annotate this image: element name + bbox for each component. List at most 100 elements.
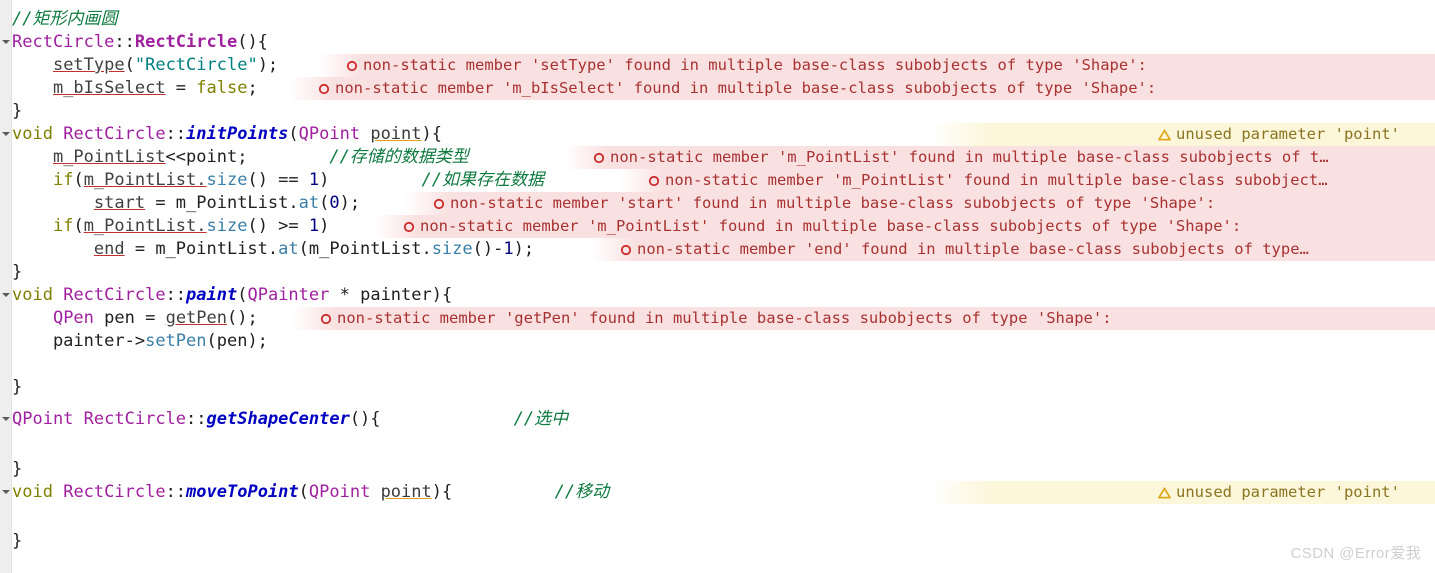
code-token: = m_PointList. xyxy=(124,239,279,259)
code-token: (pen); xyxy=(206,331,268,351)
code-token: m_bIsSelect xyxy=(52,78,166,98)
code-token: } xyxy=(12,262,23,282)
code-token: 0 xyxy=(329,193,340,213)
code-text: void RectCircle::moveToPoint(QPoint poin… xyxy=(12,481,609,504)
code-line[interactable]: non-static member 'getPen' found in mult… xyxy=(0,307,1435,330)
code-token: ( xyxy=(319,193,330,213)
error-circle-icon xyxy=(320,313,332,325)
code-token: QPen xyxy=(52,308,94,328)
code-line[interactable]: non-static member 'm_PointList' found in… xyxy=(0,146,1435,169)
code-token: point xyxy=(380,482,432,502)
fold-caret-icon[interactable] xyxy=(2,416,10,424)
code-line[interactable]: QPoint RectCircle::getShapeCenter(){ //选… xyxy=(0,408,1435,431)
code-text: m_bIsSelect = false; xyxy=(12,77,258,100)
fold-caret-icon[interactable] xyxy=(2,489,10,497)
error-circle-icon xyxy=(648,175,660,187)
code-line[interactable]: non-static member 'm_bIsSelect' found in… xyxy=(0,77,1435,100)
code-token: m_PointList. xyxy=(83,170,207,190)
code-line[interactable]: } xyxy=(0,376,1435,399)
code-text: QPen pen = getPen(); xyxy=(12,307,258,330)
error-diagnostic[interactable]: non-static member 'm_PointList' found in… xyxy=(375,215,1435,238)
error-diagnostic[interactable]: non-static member 'm_PointList' found in… xyxy=(565,146,1435,169)
code-token: ( xyxy=(237,285,248,305)
code-line[interactable] xyxy=(0,433,1435,456)
code-token: ) xyxy=(319,216,330,236)
diagnostic-message: unused parameter 'point' xyxy=(1176,125,1400,143)
code-token: () >= xyxy=(247,216,309,236)
code-line[interactable]: unused parameter 'point' void RectCircle:… xyxy=(0,123,1435,146)
code-token: 1 xyxy=(308,216,320,236)
fold-caret-icon[interactable] xyxy=(2,131,10,139)
code-line[interactable]: non-static member 'm_PointList' found in… xyxy=(0,169,1435,192)
code-line[interactable]: painter->setPen(pen); xyxy=(0,330,1435,353)
fold-caret-icon[interactable] xyxy=(2,39,10,47)
diagnostic-message: non-static member 'getPen' found in mult… xyxy=(337,309,1112,327)
code-line[interactable]: } xyxy=(0,261,1435,284)
error-diagnostic[interactable]: non-static member 'setType' found in mul… xyxy=(318,54,1435,77)
code-token: :: xyxy=(165,285,187,305)
code-token: getShapeCenter xyxy=(206,409,350,429)
code-token: painter xyxy=(360,285,432,305)
code-token: RectCircle xyxy=(63,124,166,144)
code-line[interactable] xyxy=(0,506,1435,529)
code-token: = m_PointList. xyxy=(145,193,299,213)
code-text: if(m_PointList.size() >= 1) xyxy=(12,215,329,238)
code-token: void xyxy=(12,285,53,305)
diagnostic-message: non-static member 'm_PointList' found in… xyxy=(610,148,1329,166)
code-token: } xyxy=(12,531,23,551)
code-line[interactable]: non-static member 'm_PointList' found in… xyxy=(0,215,1435,238)
code-line[interactable]: unused parameter 'point' void RectCircle:… xyxy=(0,481,1435,504)
error-diagnostic[interactable]: non-static member 'start' found in multi… xyxy=(405,192,1435,215)
fold-caret-icon[interactable] xyxy=(2,292,10,300)
code-text: } xyxy=(12,100,22,123)
error-diagnostic[interactable]: non-static member 'm_PointList' found in… xyxy=(620,169,1435,192)
code-line[interactable]: non-static member 'start' found in multi… xyxy=(0,192,1435,215)
code-token: pen xyxy=(93,308,135,328)
warning-diagnostic[interactable]: unused parameter 'point' xyxy=(930,123,1435,146)
error-circle-icon xyxy=(593,152,605,164)
fold-gutter[interactable] xyxy=(0,0,12,573)
warning-triangle-icon xyxy=(1158,487,1171,499)
code-line[interactable]: } xyxy=(0,458,1435,481)
code-line[interactable]: } xyxy=(0,100,1435,123)
code-token: ()- xyxy=(472,239,504,259)
code-token: ( xyxy=(73,170,84,190)
diagnostic-message: non-static member 'm_PointList' found in… xyxy=(420,217,1242,235)
code-token: painter xyxy=(12,331,125,351)
error-diagnostic[interactable]: non-static member 'end' found in multipl… xyxy=(592,238,1435,261)
code-editor[interactable]: //矩形内画圆 RectCircle::RectCircle(){non-stat… xyxy=(0,0,1435,573)
code-token: } xyxy=(12,459,23,479)
code-token: (){ xyxy=(237,32,268,52)
code-token: void xyxy=(12,124,53,144)
code-token: } xyxy=(12,101,23,121)
code-token: = xyxy=(134,308,166,328)
code-token: 1 xyxy=(503,239,514,259)
code-line[interactable]: void RectCircle::paint(QPainter * painte… xyxy=(0,284,1435,307)
code-token: = xyxy=(165,78,197,98)
code-line[interactable]: non-static member 'setType' found in mul… xyxy=(0,54,1435,77)
error-diagnostic[interactable]: non-static member 'm_bIsSelect' found in… xyxy=(290,77,1435,100)
code-token: if xyxy=(52,216,74,236)
diagnostic-message: non-static member 'm_PointList' found in… xyxy=(665,171,1328,189)
error-diagnostic[interactable]: non-static member 'getPen' found in mult… xyxy=(292,307,1435,330)
code-token: } xyxy=(12,377,23,397)
code-token: RectCircle xyxy=(63,285,166,305)
code-token: :: xyxy=(186,409,207,429)
code-token: ) xyxy=(319,170,330,190)
code-line[interactable]: non-static member 'end' found in multipl… xyxy=(0,238,1435,261)
code-line[interactable]: } xyxy=(0,530,1435,553)
code-line[interactable]: //矩形内画圆 xyxy=(0,8,1435,31)
code-token: m_PointList. xyxy=(83,216,207,236)
warning-diagnostic[interactable]: unused parameter 'point' xyxy=(930,481,1435,504)
code-line[interactable] xyxy=(0,353,1435,376)
code-line[interactable]: RectCircle::RectCircle(){ xyxy=(0,31,1435,54)
diagnostic-message: non-static member 'start' found in multi… xyxy=(450,194,1216,212)
code-token: //矩形内画圆 xyxy=(12,9,118,29)
error-circle-icon xyxy=(433,198,445,210)
code-token: //存储的数据类型 xyxy=(329,147,469,167)
